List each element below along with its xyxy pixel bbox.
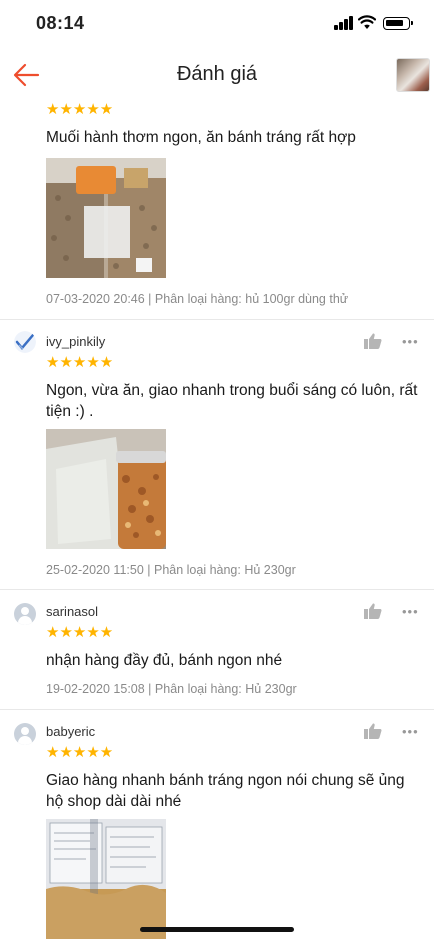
review-variant: Phân loại hàng: Hủ 230gr bbox=[154, 682, 297, 696]
divider bbox=[0, 589, 434, 590]
page-title: Đánh giá bbox=[176, 63, 258, 85]
divider bbox=[0, 319, 434, 320]
review-meta: 25-02-2020 11:50 | Phân loại hàng: Hủ 23… bbox=[46, 563, 296, 577]
rating-stars: ★★★★★ bbox=[46, 101, 114, 118]
review-variant: Phân loại hàng: hủ 100gr dùng thử bbox=[154, 292, 349, 306]
thumbs-up-icon[interactable] bbox=[364, 723, 382, 739]
review-meta: 07-03-2020 20:46 | Phân loại hàng: hủ 10… bbox=[46, 292, 348, 306]
review-text: nhận hàng đầy đủ, bánh ngon nhé bbox=[46, 652, 283, 669]
review-text: Giao hàng nhanh bánh tráng ngon nói chun… bbox=[46, 772, 405, 810]
review-photo[interactable] bbox=[46, 429, 166, 549]
review-username[interactable]: ivy_pinkily bbox=[46, 334, 105, 349]
more-options-icon[interactable]: ••• bbox=[402, 335, 419, 348]
review-username[interactable]: sarinasol bbox=[46, 604, 98, 619]
product-thumbnail[interactable] bbox=[396, 58, 430, 92]
user-avatar[interactable] bbox=[14, 331, 36, 353]
cellular-signal-icon bbox=[334, 16, 354, 30]
review-date: 19-02-2020 15:08 bbox=[46, 682, 145, 696]
thumbs-up-icon[interactable] bbox=[364, 603, 382, 619]
thumbs-up-icon[interactable] bbox=[364, 333, 382, 349]
wifi-icon bbox=[358, 15, 376, 29]
review-date: 07-03-2020 20:46 bbox=[46, 292, 145, 306]
rating-stars: ★★★★★ bbox=[46, 744, 114, 761]
more-options-icon[interactable]: ••• bbox=[402, 725, 419, 738]
review-text: Ngon, vừa ăn, giao nhanh trong buổi sáng… bbox=[46, 382, 418, 420]
review-date: 25-02-2020 11:50 bbox=[46, 563, 144, 577]
rating-stars: ★★★★★ bbox=[46, 354, 114, 371]
review-photo[interactable] bbox=[46, 819, 166, 939]
divider bbox=[0, 709, 434, 710]
battery-icon bbox=[383, 17, 413, 30]
meta-separator: | bbox=[143, 563, 154, 577]
home-indicator bbox=[140, 927, 294, 932]
review-text: Muối hành thơm ngon, ăn bánh tráng rất h… bbox=[46, 129, 356, 146]
user-avatar[interactable] bbox=[14, 723, 36, 745]
more-options-icon[interactable]: ••• bbox=[402, 605, 419, 618]
user-avatar[interactable] bbox=[14, 603, 36, 625]
meta-separator: | bbox=[144, 292, 155, 306]
meta-separator: | bbox=[144, 682, 155, 696]
rating-stars: ★★★★★ bbox=[46, 624, 114, 641]
review-variant: Phân loại hàng: Hủ 230gr bbox=[153, 563, 296, 577]
header-bar: Đánh giá bbox=[0, 50, 434, 100]
status-time: 08:14 bbox=[36, 13, 85, 33]
review-meta: 19-02-2020 15:08 | Phân loại hàng: Hủ 23… bbox=[46, 682, 297, 696]
review-photo[interactable] bbox=[46, 158, 166, 278]
review-username[interactable]: babyeric bbox=[46, 724, 95, 739]
status-bar: 08:14 bbox=[0, 0, 434, 46]
